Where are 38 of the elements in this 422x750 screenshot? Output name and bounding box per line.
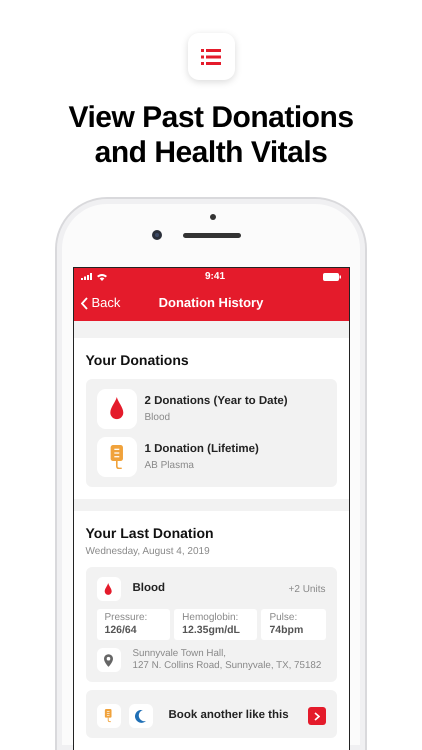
location-name: Sunnyvale Town Hall,: [132, 648, 227, 660]
headline: View Past Donations and Health Vitals: [67, 100, 355, 170]
donation-type: Blood: [132, 581, 166, 596]
donation-date: Wednesday, August 4, 2019: [86, 545, 211, 559]
speaker-icon: [183, 233, 241, 238]
chevron-right-icon: [314, 712, 320, 720]
blood-drop-icon: [104, 582, 113, 596]
moon-icon: [135, 710, 146, 722]
blood-drop-icon: [108, 397, 124, 421]
screen-title: Donation History: [158, 294, 264, 312]
wifi-icon: [96, 272, 106, 280]
donation-count: 2 Donations (Year to Date): [144, 394, 288, 409]
location-address: 127 N. Collins Road, Sunnyvale, TX, 75182: [132, 660, 322, 672]
signal-icon: [80, 273, 92, 280]
battery-icon: [323, 272, 342, 280]
vital-label: Pulse:: [269, 612, 298, 624]
book-label: Book another like this: [168, 708, 290, 724]
vital-value: 12.35gm/dL: [182, 624, 241, 637]
blood-bag-icon: [104, 709, 113, 723]
section-title: Your Donations: [86, 351, 190, 370]
donation-count: 1 Donation (Lifetime): [144, 442, 259, 457]
location-pin-icon: [104, 654, 113, 666]
back-chevron-icon: [80, 296, 88, 310]
status-time: 9:41: [204, 270, 225, 284]
donation-type: AB Plasma: [144, 459, 195, 474]
units-text: +2 Units: [288, 582, 326, 596]
next-button[interactable]: [308, 707, 326, 725]
blood-bag-icon: [108, 444, 124, 470]
sensor-icon: [210, 214, 216, 220]
vital-value: 126/64: [104, 624, 138, 637]
back-link[interactable]: Back: [80, 293, 120, 313]
donation-type: Blood: [144, 411, 172, 426]
vital-label: Pressure:: [104, 612, 148, 624]
vital-label: Hemoglobin:: [182, 612, 240, 624]
camera-icon: [152, 230, 162, 240]
list-icon: [201, 48, 221, 64]
section-title: Your Last Donation: [86, 524, 215, 543]
vital-value: 74bpm: [269, 624, 304, 637]
